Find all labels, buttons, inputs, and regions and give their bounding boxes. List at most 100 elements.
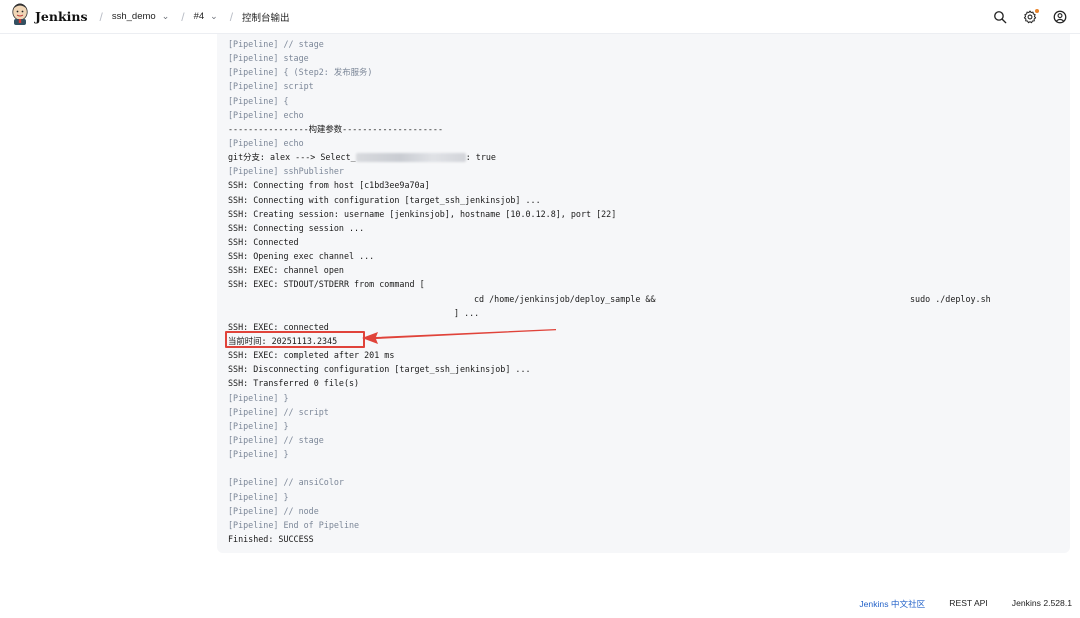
console-log-line: SSH: Transferred 0 file(s) (228, 376, 1062, 390)
console-log-line: SSH: EXEC: channel open (228, 263, 1062, 277)
log-text: [Pipeline] script (228, 81, 314, 92)
console-log-line: SSH: Opening exec channel ... (228, 249, 1062, 263)
breadcrumb-job-label: ssh_demo (111, 11, 156, 22)
header-actions (992, 0, 1068, 34)
log-text: [Pipeline] // script (228, 406, 329, 417)
log-text: [Pipeline] // stage (228, 39, 324, 49)
console-log-line: SSH: Connecting with configuration [targ… (228, 193, 1062, 207)
log-text: git分支: alex ---> Select_ (228, 152, 356, 163)
notification-dot (1035, 9, 1039, 13)
pipeline-log-line: [Pipeline] { (228, 94, 1062, 108)
log-text: [Pipeline] echo (228, 109, 304, 120)
footer-community-link[interactable]: Jenkins 中文社区 (859, 598, 925, 610)
log-text: [Pipeline] } (228, 491, 289, 502)
pipeline-log-line: [Pipeline] sshPublisher (228, 164, 1062, 178)
page-footer: Jenkins 中文社区 REST API Jenkins 2.528.1 (859, 598, 1072, 610)
footer-rest-api-link[interactable]: REST API (949, 598, 988, 610)
search-icon[interactable] (992, 9, 1008, 25)
console-log-line: ----------------构建参数-------------------- (228, 122, 1062, 136)
chevron-down-icon[interactable]: ⌄ (210, 11, 218, 22)
log-text: SSH: EXEC: completed after 201 ms (228, 350, 395, 361)
home-link[interactable]: Jenkins (10, 3, 88, 30)
log-text: Finished: SUCCESS (228, 533, 314, 544)
pipeline-log-line: [Pipeline] echo (228, 136, 1062, 150)
log-text: [Pipeline] echo (228, 137, 304, 148)
top-header: Jenkins / ssh_demo ⌄ / #4 ⌄ / 控制台输出 (0, 0, 1080, 34)
jenkins-logo-icon (10, 3, 30, 30)
pipeline-log-line: [Pipeline] End of Pipeline (228, 518, 1062, 532)
breadcrumb-build[interactable]: #4 ⌄ (194, 11, 218, 22)
chevron-down-icon[interactable]: ⌄ (162, 11, 170, 22)
pipeline-log-line: [Pipeline] stage (228, 51, 1062, 65)
console-log-line: SSH: Connecting session ... (228, 221, 1062, 235)
breadcrumb-build-label: #4 (193, 11, 205, 22)
console-log-line: git分支: alex ---> Select_ : true (228, 150, 1062, 164)
log-text: SSH: Connecting from host [c1bd3ee9a70a] (228, 180, 430, 191)
pipeline-log-line: [Pipeline] } (228, 490, 1062, 504)
log-text: [Pipeline] } (228, 392, 289, 403)
log-text: [Pipeline] { (Step2: 发布服务) (228, 67, 373, 78)
log-text: [Pipeline] { (228, 95, 289, 106)
console-log-line: SSH: EXEC: completed after 201 ms (228, 348, 1062, 362)
log-text: [Pipeline] sshPublisher (228, 166, 344, 177)
pipeline-log-line: [Pipeline] script (228, 79, 1062, 93)
log-text: [Pipeline] // stage (228, 434, 324, 445)
settings-icon[interactable] (1022, 9, 1039, 25)
console-log-line: SSH: Disconnecting configuration [target… (228, 362, 1062, 376)
console-log-line: ] ... (228, 306, 1062, 320)
log-text: SSH: EXEC: channel open (228, 265, 344, 276)
breadcrumb-separator: / (99, 9, 103, 24)
pipeline-log-line: [Pipeline] } (228, 391, 1062, 405)
log-text: [Pipeline] } (228, 420, 289, 431)
breadcrumb-console-label: 控制台输出 (242, 12, 290, 24)
pipeline-log-line: [Pipeline] // ansiColor (228, 475, 1062, 489)
log-text: SSH: EXEC: STDOUT/STDERR from command [ (228, 279, 425, 290)
console-log: [Pipeline] // stage [Pipeline] stage [Pipe… (228, 37, 1062, 546)
log-text: [Pipeline] // node (228, 505, 319, 516)
pipeline-log-line: [Pipeline] // script (228, 405, 1062, 419)
log-text: SSH: Creating session: username [jenkins… (228, 208, 617, 219)
log-text: SSH: Transferred 0 file(s) (228, 378, 360, 389)
log-text: [Pipeline] } (228, 449, 289, 460)
console-log-line: SSH: EXEC: connected (228, 320, 1062, 334)
log-text: 当前时间: 20251113.2345 (228, 335, 338, 346)
pipeline-log-line: [Pipeline] // stage (228, 433, 1062, 447)
console-log-line: SSH: Connected (228, 235, 1062, 249)
log-text: SSH: Opening exec channel ... (228, 251, 375, 262)
pipeline-log-line: [Pipeline] { (Step2: 发布服务) (228, 65, 1062, 79)
user-icon[interactable] (1052, 9, 1068, 25)
log-text: [Pipeline] // ansiColor (228, 477, 344, 488)
breadcrumb-job[interactable]: ssh_demo ⌄ (112, 11, 169, 22)
pipeline-log-line: [Pipeline] // node (228, 504, 1062, 518)
console-log-line (228, 461, 1062, 475)
console-log-line: cd /home/jenkinsjob/deploy_sample && sudo… (228, 292, 1062, 306)
log-text: : true (465, 152, 496, 163)
log-text: SSH: Disconnecting configuration [target… (228, 364, 531, 375)
brand-name: Jenkins (35, 9, 88, 24)
redacted-text (355, 153, 466, 163)
breadcrumb-console-output[interactable]: 控制台输出 (242, 10, 290, 24)
console-log-line: SSH: Connecting from host [c1bd3ee9a70a] (228, 178, 1062, 192)
console-log-line: SSH: Creating session: username [jenkins… (228, 207, 1062, 221)
log-text: ] ... (454, 307, 480, 318)
console-log-line: Finished: SUCCESS (228, 532, 1062, 546)
footer-version-link[interactable]: Jenkins 2.528.1 (1012, 598, 1072, 610)
console-log-line: 当前时间: 20251113.2345 (228, 334, 1062, 348)
pipeline-log-line: [Pipeline] } (228, 419, 1062, 433)
breadcrumb-separator: / (181, 9, 185, 24)
log-text: SSH: Connected (228, 236, 299, 247)
log-text: cd /home/jenkinsjob/deploy_sample && (474, 293, 656, 304)
console-log-line: SSH: EXEC: STDOUT/STDERR from command [ (228, 277, 1062, 291)
breadcrumb-separator: / (229, 9, 234, 24)
log-text: SSH: EXEC: connected (228, 321, 329, 332)
log-text: [Pipeline] stage (228, 53, 309, 64)
log-text: SSH: Connecting with configuration [targ… (228, 194, 541, 205)
log-text: [Pipeline] End of Pipeline (228, 519, 360, 530)
console-output-panel[interactable]: [Pipeline] // stage [Pipeline] stage [Pipe… (217, 34, 1070, 553)
pipeline-log-line: [Pipeline] } (228, 447, 1062, 461)
pipeline-log-line: [Pipeline] echo (228, 108, 1062, 122)
log-text: sudo ./deploy.sh (910, 293, 991, 304)
log-text: ----------------构建参数-------------------- (228, 123, 444, 134)
log-text: SSH: Connecting session ... (228, 222, 365, 233)
pipeline-log-line: [Pipeline] // stage (228, 37, 1062, 51)
